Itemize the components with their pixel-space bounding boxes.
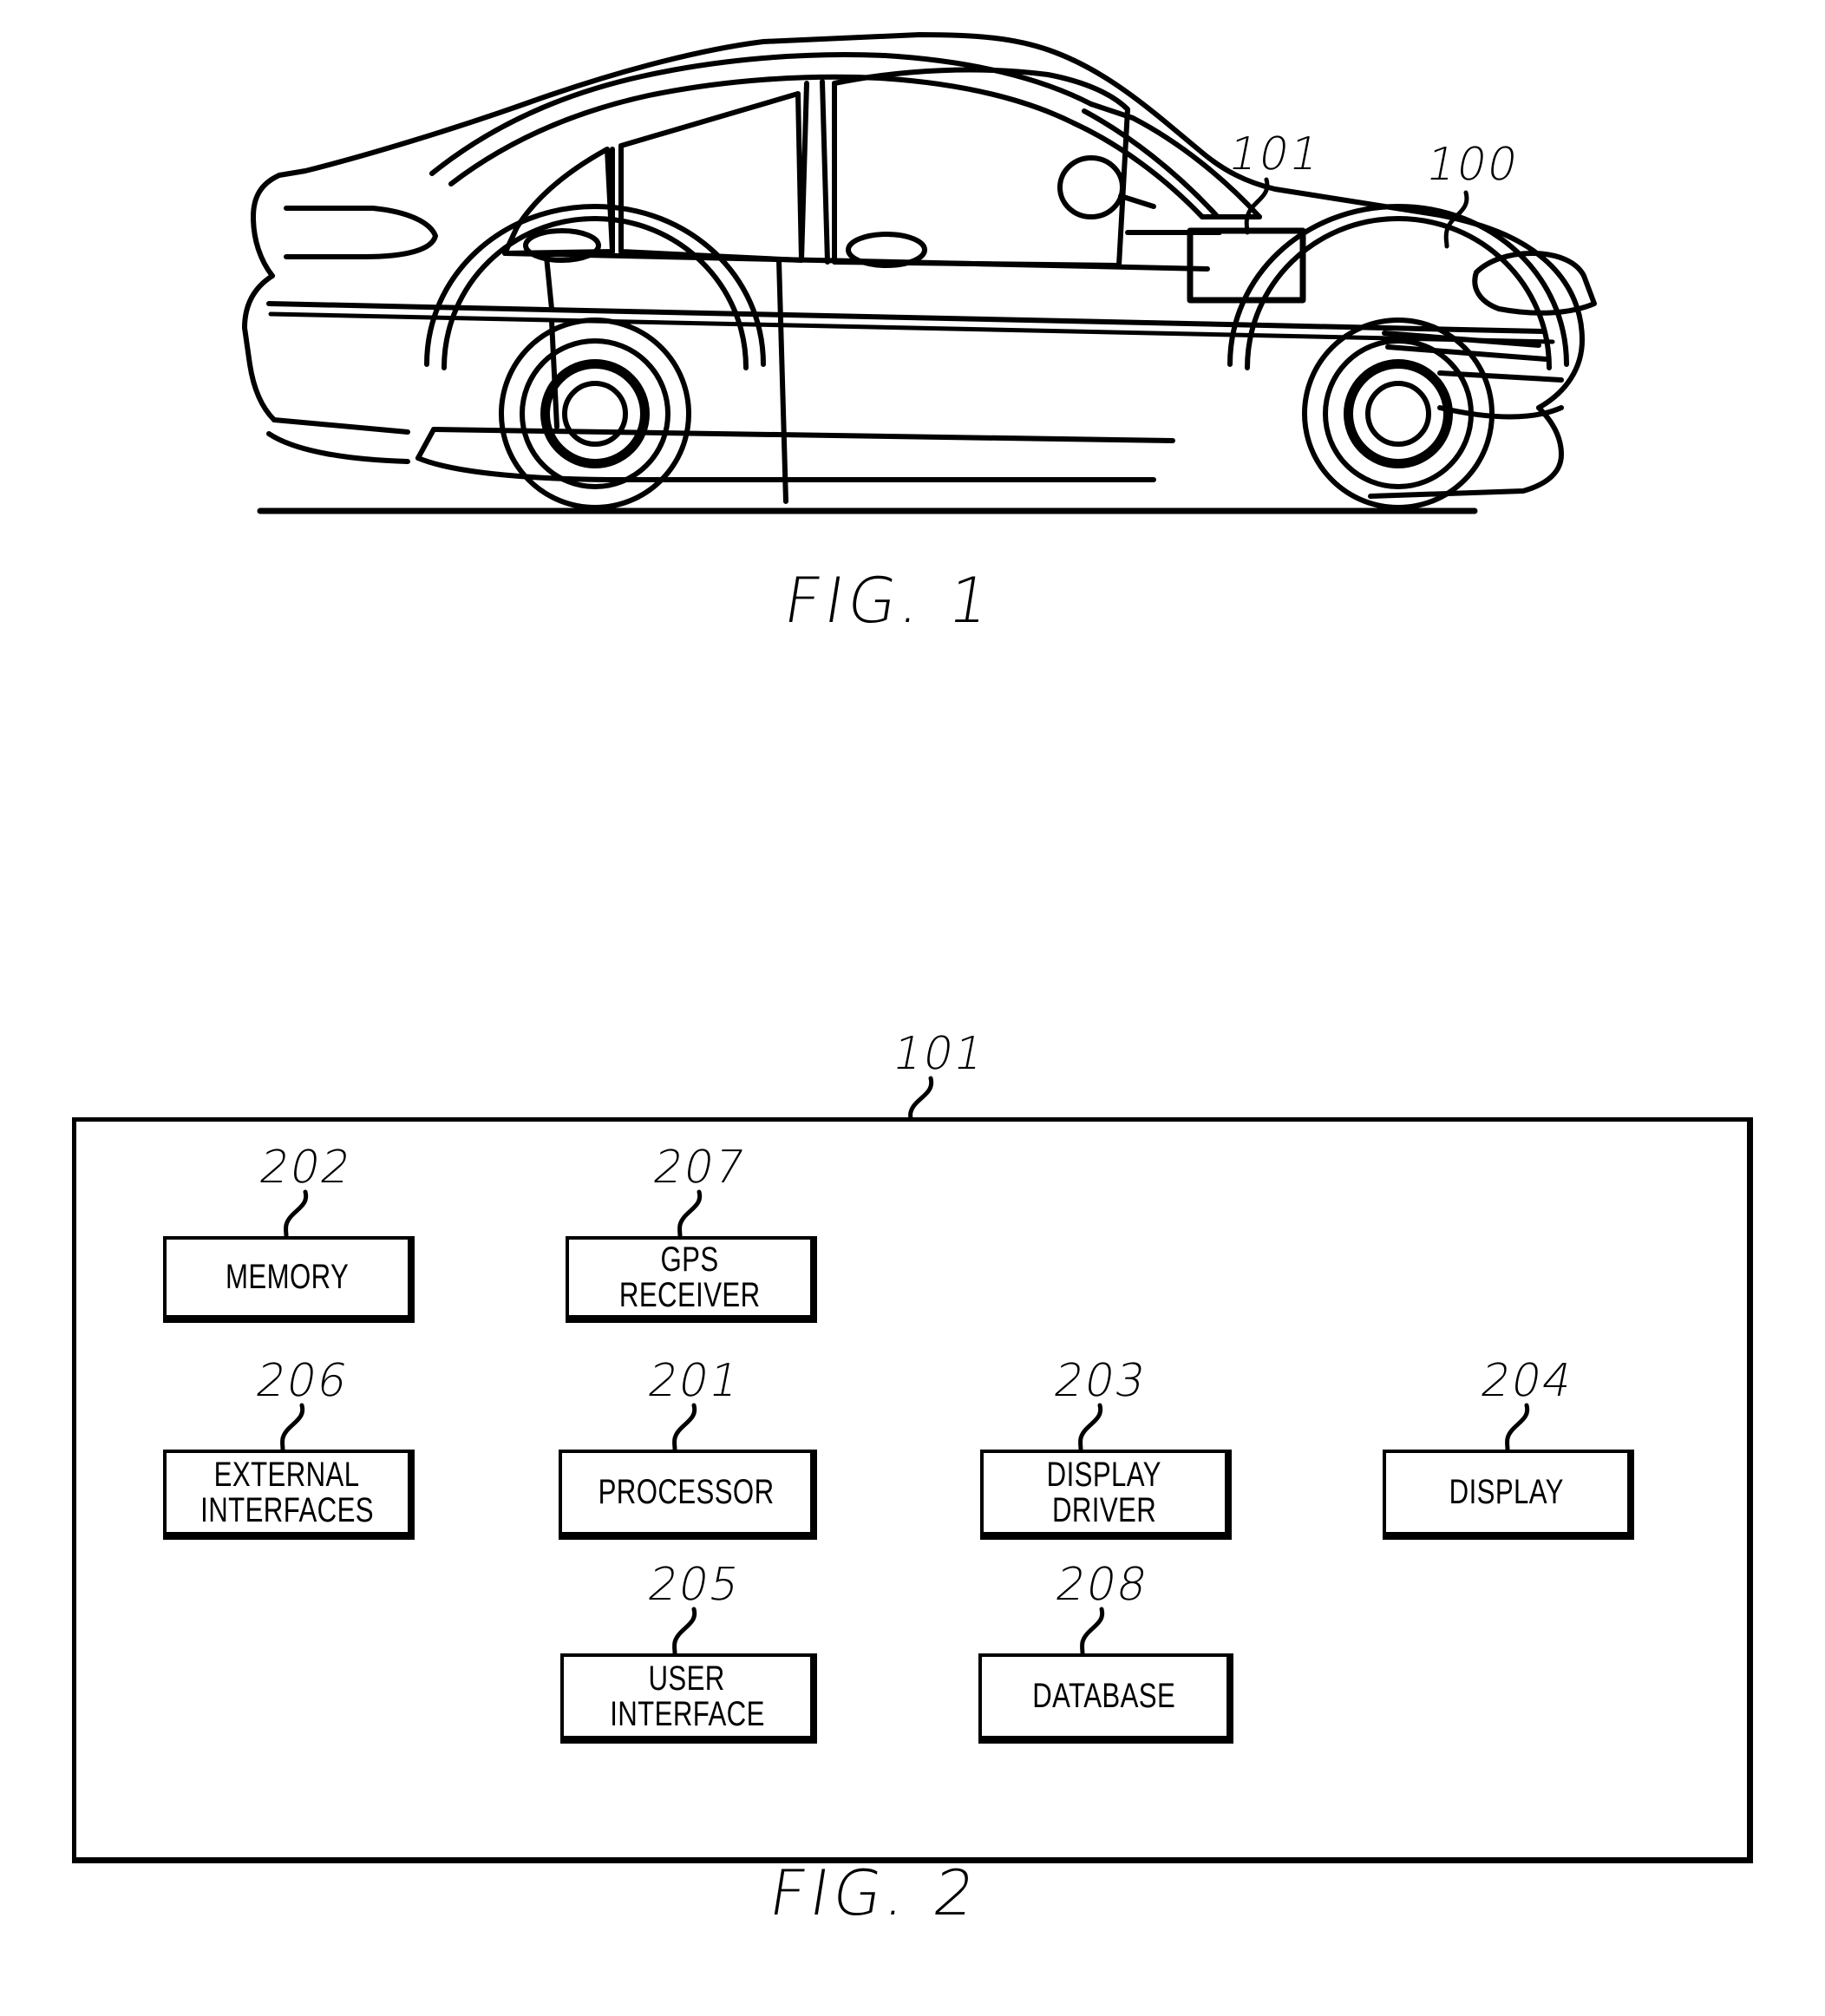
block-memory: MEMORY: [163, 1236, 415, 1323]
ref-numeral-204: 204: [1476, 1355, 1579, 1407]
leader-203: [1078, 1403, 1103, 1452]
block-processor: PROCESSOR: [559, 1450, 817, 1540]
block-gps-receiver-label-2: RECEIVER: [618, 1275, 761, 1314]
leader-101-fig2: [908, 1076, 934, 1122]
block-external-interfaces-label-1: EXTERNAL: [214, 1455, 360, 1494]
block-gps-receiver-label-1: GPS: [660, 1240, 719, 1279]
ref-numeral-201: 201: [644, 1355, 746, 1407]
leader-202: [284, 1189, 309, 1239]
ref-numeral-101-fig2: 101: [888, 1028, 991, 1080]
block-user-interface: USER INTERFACE: [560, 1653, 817, 1744]
block-memory-label-1: MEMORY: [225, 1258, 350, 1297]
block-database: DATABASE: [978, 1653, 1233, 1744]
ref-numeral-207: 207: [649, 1142, 751, 1194]
block-gps-receiver: GPS RECEIVER: [566, 1236, 817, 1323]
block-external-interfaces: EXTERNAL INTERFACES: [163, 1450, 415, 1540]
block-display-driver-label-2: DRIVER: [1051, 1490, 1157, 1529]
ref-numeral-206: 206: [252, 1355, 354, 1407]
block-display: DISPLAY: [1383, 1450, 1634, 1540]
ref-numeral-203: 203: [1050, 1355, 1152, 1407]
block-user-interface-label-2: INTERFACE: [609, 1694, 765, 1733]
block-user-interface-label-1: USER: [648, 1659, 726, 1698]
block-display-driver-label-1: DISPLAY: [1046, 1455, 1162, 1494]
leader-205: [672, 1607, 697, 1656]
fig2-leader-lines: [280, 1076, 1530, 1656]
block-display-label-1: DISPLAY: [1449, 1473, 1565, 1512]
drawing-sheet: 101 100 FIG. 1 101 202 207 206 201 203 2…: [0, 0, 1825, 2016]
ref-numeral-205: 205: [644, 1559, 746, 1611]
block-database-label-1: DATABASE: [1032, 1677, 1176, 1716]
ref-numeral-202: 202: [255, 1142, 357, 1194]
leader-207: [677, 1189, 703, 1239]
figure-2-caption: FIG. 2: [764, 1856, 984, 1929]
block-processor-label-1: PROCESSOR: [598, 1473, 775, 1512]
leader-206: [280, 1403, 305, 1452]
leader-204: [1505, 1403, 1530, 1452]
ref-numeral-208: 208: [1051, 1559, 1154, 1611]
leader-201: [672, 1403, 697, 1452]
block-display-driver: DISPLAY DRIVER: [980, 1450, 1232, 1540]
leader-208: [1080, 1607, 1105, 1656]
block-external-interfaces-label-2: INTERFACES: [200, 1490, 374, 1529]
